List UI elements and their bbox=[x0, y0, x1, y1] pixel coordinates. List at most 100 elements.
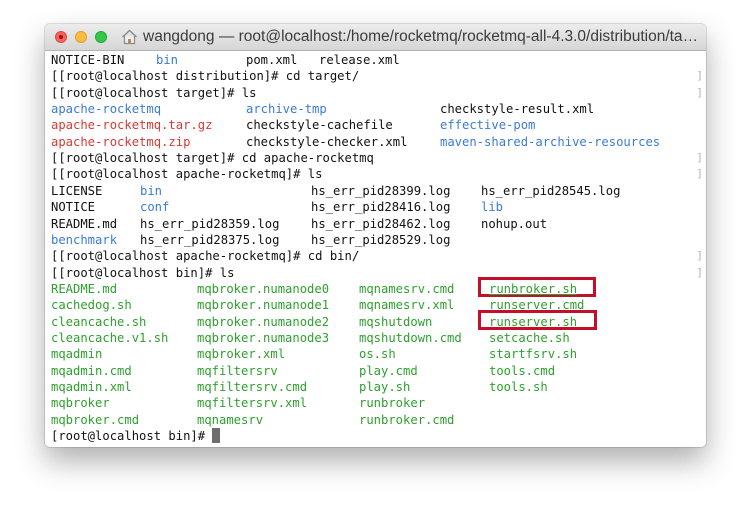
file-entry: cleancache.v1.sh bbox=[51, 330, 169, 345]
file-entry: mqbroker.cmd bbox=[51, 412, 140, 427]
terminal-line: mqadmin mqbroker.xml os.sh startfsrv.sh bbox=[51, 346, 691, 362]
terminal-line: mqadmin.xml mqfiltersrv.cmd play.sh tools.s… bbox=[51, 379, 691, 395]
file-entry: archive-tmp bbox=[246, 102, 327, 117]
home-folder-icon bbox=[122, 29, 137, 45]
minimize-window-button[interactable] bbox=[75, 31, 87, 43]
line-mark-bracket: ] bbox=[696, 265, 703, 279]
file-entry: mqshutdown bbox=[359, 314, 433, 329]
terminal-text: [[root@localhost target]# cd apache-rock… bbox=[51, 151, 374, 166]
terminal-text: hs_err_pid28359.log bbox=[140, 216, 280, 231]
file-entry: runserver.cmd bbox=[489, 298, 585, 313]
terminal-line: [[root@localhost distribution]# cd targe… bbox=[51, 68, 691, 84]
terminal-line: README.md mqbroker.numanode0 mqnamesrv.cmd… bbox=[51, 281, 691, 297]
terminal-line: cleancache.v1.sh mqbroker.numanode3 mqshut… bbox=[51, 330, 691, 346]
file-entry: play.cmd bbox=[359, 363, 418, 378]
file-entry: mqadmin.xml bbox=[51, 380, 132, 394]
line-mark-bracket: ] bbox=[696, 249, 703, 263]
file-entry: mqbroker.numanode1 bbox=[197, 298, 330, 313]
file-entry: tools.cmd bbox=[489, 363, 556, 378]
terminal-text: nohup.out bbox=[481, 216, 548, 231]
file-entry: startfsrv.sh bbox=[489, 347, 578, 362]
terminal-line: mqbroker.cmd mqnamesrv runbroker.cmd bbox=[51, 412, 691, 428]
terminal-line: [[root@localhost apache-rocketmq]# cd bi… bbox=[51, 248, 691, 264]
terminal-line: cleancache.sh mqbroker.numanode2 mqshutdow… bbox=[51, 314, 691, 330]
file-entry: play.sh bbox=[359, 380, 411, 394]
file-entry: conf bbox=[140, 200, 170, 215]
terminal-text: checkstyle-checker.xml bbox=[246, 134, 408, 149]
terminal-text: LICENSE bbox=[51, 183, 103, 198]
terminal-line: apache-rocketmq.zip checkstyle-checker.xm… bbox=[51, 134, 691, 150]
maximize-window-button[interactable] bbox=[95, 31, 107, 43]
terminal-text: [[root@localhost distribution]# cd targe… bbox=[51, 69, 360, 84]
terminal-text: hs_err_pid28529.log bbox=[311, 232, 451, 247]
terminal-text: [[root@localhost target]# ls bbox=[51, 85, 257, 100]
text-cursor bbox=[212, 428, 221, 444]
file-entry: cachedog.sh bbox=[51, 298, 132, 313]
terminal-text: [[root@localhost bin]# ls bbox=[51, 265, 235, 280]
terminal-text: NOTICE-BIN bbox=[51, 53, 125, 67]
file-entry: mqnamesrv bbox=[197, 412, 264, 427]
terminal-line: apache-rocketmq archive-tmp checkstyle-res… bbox=[51, 101, 691, 117]
terminal-text: hs_err_pid28462.log bbox=[311, 216, 451, 231]
file-entry: bin bbox=[156, 53, 179, 67]
file-entry: maven-shared-archive-resources bbox=[440, 134, 661, 149]
terminal-line: mqadmin.cmd mqfiltersrv play.cmd tools.cmd bbox=[51, 363, 691, 379]
file-entry: setcache.sh bbox=[489, 330, 570, 345]
file-entry: apache-rocketmq.zip bbox=[51, 134, 191, 149]
line-mark-bracket: ] bbox=[696, 85, 703, 99]
window-title: wangdong — root@localhost:/home/rocketmq… bbox=[143, 28, 699, 45]
file-entry: bin bbox=[140, 183, 163, 198]
file-entry: mqadmin.cmd bbox=[51, 363, 132, 378]
terminal-line: [[root@localhost target]# cd apache-rock… bbox=[51, 150, 691, 166]
terminal-text: NOTICE bbox=[51, 200, 96, 215]
file-entry: mqfiltersrv.cmd bbox=[197, 380, 308, 394]
file-entry: benchmark bbox=[51, 232, 118, 247]
file-entry: mqshutdown.cmd bbox=[359, 330, 462, 345]
terminal-text: [root@localhost bin]# bbox=[51, 428, 221, 444]
file-entry: runbroker bbox=[359, 396, 426, 411]
terminal-text: [[root@localhost apache-rocketmq]# ls bbox=[51, 167, 323, 182]
terminal-text: checkstyle-result.xml bbox=[440, 102, 595, 117]
terminal-line: [[root@localhost apache-rocketmq]# ls bbox=[51, 166, 691, 182]
file-entry: mqadmin bbox=[51, 347, 103, 362]
line-mark-bracket: ] bbox=[696, 151, 703, 165]
file-entry: runserver.sh bbox=[489, 314, 578, 329]
terminal-line: README.md hs_err_pid28359.log hs_err_pid28… bbox=[51, 216, 691, 232]
terminal-text: checkstyle-cachefile bbox=[246, 118, 393, 133]
file-entry: mqbroker.numanode0 bbox=[197, 281, 330, 296]
terminal-line: [root@localhost bin]# bbox=[51, 428, 691, 444]
terminal-output[interactable]: NOTICE-BIN bin pom.xml release.xml [[root@lo… bbox=[45, 51, 706, 447]
terminal-text: hs_err_pid28399.log bbox=[311, 183, 451, 198]
file-entry: mqfiltersrv.xml bbox=[197, 396, 308, 411]
terminal-line: mqbroker mqfiltersrv.xml runbroker bbox=[51, 395, 691, 411]
terminal-line: NOTICE conf hs_err_pid28416.log lib bbox=[51, 199, 691, 215]
file-entry: runbroker.sh bbox=[489, 281, 578, 296]
file-entry: mqbroker bbox=[51, 396, 110, 411]
terminal-line: LICENSE bin hs_err_pid28399.log hs_err_pid2… bbox=[51, 183, 691, 199]
terminal-text: [[root@localhost apache-rocketmq]# cd bi… bbox=[51, 249, 360, 264]
file-entry: cleancache.sh bbox=[51, 314, 147, 329]
terminal-text: pom.xml bbox=[246, 53, 298, 67]
close-window-button[interactable] bbox=[55, 31, 67, 43]
terminal-line: NOTICE-BIN bin pom.xml release.xml bbox=[51, 52, 691, 68]
file-entry: mqnamesrv.cmd bbox=[359, 281, 455, 296]
file-entry: tools.sh bbox=[489, 380, 548, 394]
terminal-line: cachedog.sh mqbroker.numanode1 mqnamesrv.x… bbox=[51, 297, 691, 313]
file-entry: apache-rocketmq bbox=[51, 102, 162, 117]
terminal-line: [[root@localhost bin]# ls bbox=[51, 265, 691, 281]
line-mark-bracket: ] bbox=[696, 69, 703, 83]
terminal-line: apache-rocketmq.tar.gz checkstyle-cachefi… bbox=[51, 117, 691, 133]
file-entry: apache-rocketmq.tar.gz bbox=[51, 118, 213, 133]
file-entry: os.sh bbox=[359, 347, 396, 362]
file-entry: mqfiltersrv bbox=[197, 363, 278, 378]
file-entry: runbroker.cmd bbox=[359, 412, 455, 427]
terminal-text: release.xml bbox=[319, 53, 400, 67]
title-bar[interactable]: wangdong — root@localhost:/home/rocketmq… bbox=[45, 24, 706, 51]
terminal-text: hs_err_pid28545.log bbox=[481, 183, 621, 198]
file-entry: mqbroker.xml bbox=[197, 347, 286, 362]
terminal-text: hs_err_pid28375.log bbox=[140, 232, 280, 247]
file-entry: lib bbox=[481, 200, 504, 215]
terminal-window: wangdong — root@localhost:/home/rocketmq… bbox=[45, 24, 706, 447]
terminal-text: hs_err_pid28416.log bbox=[311, 200, 451, 215]
line-mark-bracket: ] bbox=[696, 167, 703, 181]
